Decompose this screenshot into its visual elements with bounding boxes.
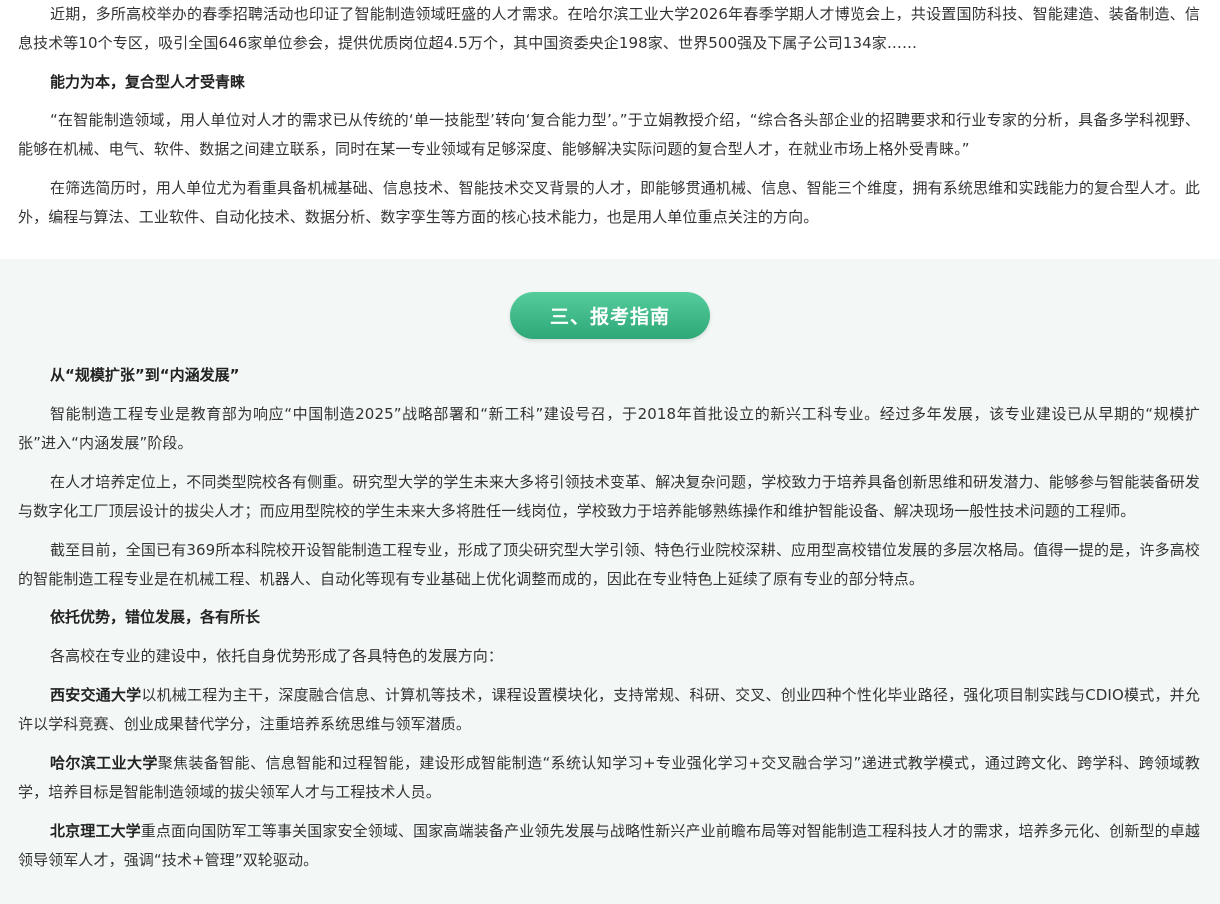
university-desc-bit: 重点面向国防军工等事关国家安全领域、国家高端装备产业领先发展与战略性新兴产业前瞻…	[18, 822, 1200, 869]
paragraph-quote-yu-lijuan: “在智能制造领域，用人单位对人才的需求已从传统的‘单一技能型’转向‘复合能力型’…	[18, 111, 1200, 158]
paragraph-intro-directions: 各高校在专业的建设中，依托自身优势形成了各具特色的发展方向：	[50, 647, 504, 665]
article-section-top: 近期，多所高校举办的春季招聘活动也印证了智能制造领域旺盛的人才需求。在哈尔滨工业…	[0, 0, 1220, 259]
university-name-bit: 北京理工大学	[50, 822, 141, 840]
university-name-hit: 哈尔滨工业大学	[50, 754, 158, 772]
university-desc-xjtu: 以机械工程为主干，深度融合信息、计算机等技术，课程设置模块化，支持常规、科研、交…	[18, 686, 1200, 733]
university-name-xjtu: 西安交通大学	[50, 686, 142, 704]
paragraph-hit: 哈尔滨工业大学聚焦装备智能、信息智能和过程智能，建设形成智能制造“系统认知学习+…	[18, 749, 1200, 807]
subheading-composite-talent: 能力为本，复合型人才受青睐	[50, 73, 246, 91]
subheading-strengths: 依托优势，错位发展，各有所长	[50, 608, 261, 626]
paragraph-xjtu: 西安交通大学以机械工程为主干，深度融合信息、计算机等技术，课程设置模块化，支持常…	[18, 681, 1200, 739]
paragraph-recruitment: 近期，多所高校举办的春季招聘活动也印证了智能制造领域旺盛的人才需求。在哈尔滨工业…	[18, 5, 1200, 52]
paragraph-369-universities: 截至目前，全国已有369所本科院校开设智能制造工程专业，形成了顶尖研究型大学引领…	[18, 541, 1200, 588]
paragraph-talent-positioning: 在人才培养定位上，不同类型院校各有侧重。研究型大学的学生未来大多将引领技术变革、…	[18, 473, 1200, 520]
paragraph-resume-screening: 在筛选简历时，用人单位尤为看重具备机械基础、信息技术、智能技术交叉背景的人才，即…	[18, 179, 1200, 226]
paragraph-bit: 北京理工大学重点面向国防军工等事关国家安全领域、国家高端装备产业领先发展与战略性…	[18, 817, 1200, 875]
section-title-badge: 三、报考指南	[510, 292, 710, 339]
university-desc-hit: 聚焦装备智能、信息智能和过程智能，建设形成智能制造“系统认知学习+专业强化学习+…	[18, 754, 1200, 801]
paragraph-major-origin: 智能制造工程专业是教育部为响应“中国制造2025”战略部署和“新工科”建设号召，…	[18, 405, 1200, 452]
subheading-scale-to-connotation: 从“规模扩张”到“内涵发展”	[50, 366, 240, 384]
article-section-guide: 三、报考指南 从“规模扩张”到“内涵发展” 智能制造工程专业是教育部为响应“中国…	[0, 259, 1220, 904]
